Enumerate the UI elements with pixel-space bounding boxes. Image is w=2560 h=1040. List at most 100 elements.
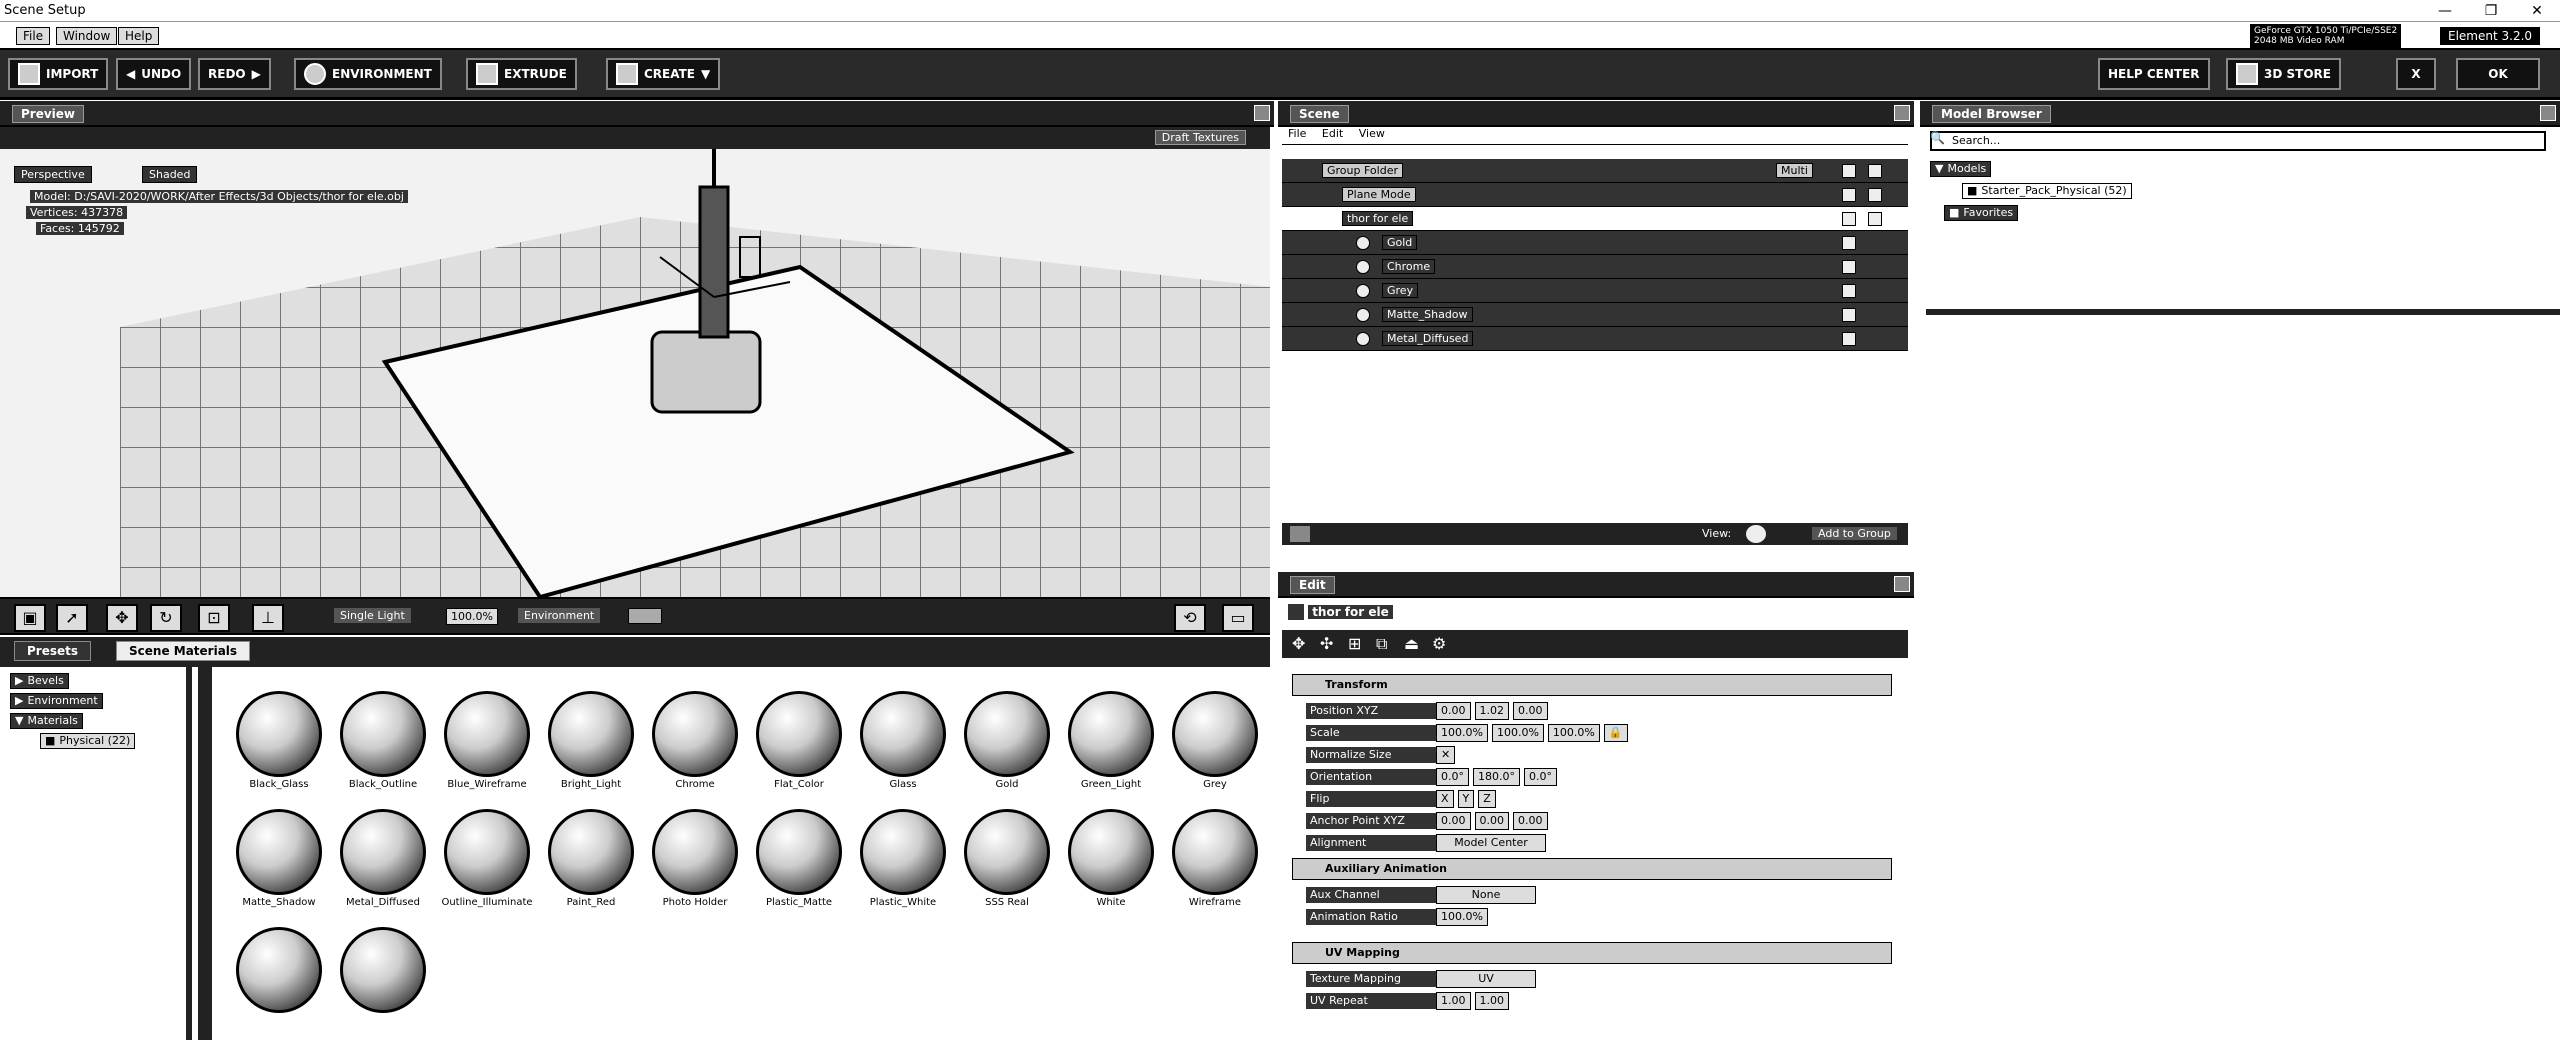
- browser-starter-pack[interactable]: ■ Starter_Pack_Physical (52): [1962, 183, 2132, 199]
- position-z[interactable]: 0.00: [1513, 702, 1548, 720]
- material-item[interactable]: Wireframe: [1168, 809, 1262, 908]
- lock-icon[interactable]: [1842, 308, 1856, 322]
- aux-channel-select[interactable]: None: [1436, 886, 1536, 904]
- material-item[interactable]: Flat_Color: [752, 691, 846, 790]
- material-item[interactable]: Chrome: [648, 691, 742, 790]
- add-to-group-button[interactable]: Add to Group: [1812, 527, 1897, 540]
- new-folder-icon[interactable]: [1290, 526, 1310, 542]
- minimize-button[interactable]: —: [2422, 0, 2468, 22]
- scene-menu-file[interactable]: File: [1288, 127, 1306, 140]
- draft-textures-toggle[interactable]: Draft Textures: [1154, 130, 1246, 145]
- gear-icon[interactable]: ⚙: [1432, 634, 1446, 653]
- tex-map-select[interactable]: UV: [1436, 970, 1536, 988]
- orientation-y[interactable]: 180.0°: [1473, 768, 1520, 786]
- scene-menu-edit[interactable]: Edit: [1322, 127, 1343, 140]
- position-x[interactable]: 0.00: [1436, 702, 1471, 720]
- close-icon[interactable]: [1868, 188, 1882, 202]
- lock-icon[interactable]: [1842, 260, 1856, 274]
- group-mode[interactable]: Multi: [1776, 163, 1813, 178]
- tab-scene-materials[interactable]: Scene Materials: [116, 641, 251, 661]
- lock-icon[interactable]: [1842, 236, 1856, 250]
- environment-toggle[interactable]: Environment: [518, 608, 601, 623]
- material-item[interactable]: Matte_Shadow: [232, 809, 326, 908]
- import-button[interactable]: IMPORT: [8, 58, 109, 90]
- anchor-x[interactable]: 0.00: [1436, 812, 1471, 830]
- tab-presets[interactable]: Presets: [14, 641, 92, 661]
- uv-repeat-v[interactable]: 1.00: [1474, 992, 1509, 1010]
- select-arrow-icon[interactable]: ➚: [56, 604, 88, 632]
- scale-x[interactable]: 100.0%: [1436, 724, 1488, 742]
- close-icon[interactable]: [1868, 212, 1882, 226]
- ok-button[interactable]: OK: [2456, 58, 2540, 90]
- close-icon[interactable]: [1868, 164, 1882, 178]
- lock-icon[interactable]: [1842, 332, 1856, 346]
- tree-item-environment[interactable]: ▶ Environment: [10, 693, 103, 709]
- lock-icon[interactable]: [1842, 212, 1856, 226]
- create-button[interactable]: CREATE ▼: [606, 58, 721, 90]
- camera-tool-icon[interactable]: ▣: [14, 604, 46, 632]
- redo-button[interactable]: REDO ▶: [198, 58, 271, 90]
- close-window-button[interactable]: ✕: [2514, 0, 2560, 22]
- group-folder-row[interactable]: Group Folder Multi: [1282, 159, 1908, 183]
- flip-z[interactable]: Z: [1478, 790, 1496, 808]
- normalize-checkbox[interactable]: ✕: [1436, 746, 1456, 764]
- lock-icon[interactable]: 🔒: [1603, 724, 1628, 742]
- transform-section[interactable]: Transform: [1292, 674, 1892, 696]
- material-item[interactable]: [336, 927, 430, 1015]
- perspective-select[interactable]: Perspective: [14, 166, 92, 183]
- help-center-button[interactable]: HELP CENTER: [2098, 58, 2210, 90]
- alignment-select[interactable]: Model Center: [1436, 834, 1546, 852]
- extrude-button[interactable]: EXTRUDE: [466, 58, 577, 90]
- scene-material-row[interactable]: Chrome: [1282, 255, 1908, 279]
- uv-mapping-section[interactable]: UV Mapping: [1292, 942, 1892, 964]
- material-item[interactable]: Plastic_White: [856, 809, 950, 908]
- tree-item-bevels[interactable]: ▶ Bevels: [10, 673, 69, 689]
- material-item[interactable]: SSS Real: [960, 809, 1054, 908]
- scene-material-row[interactable]: Metal_Diffused: [1282, 327, 1908, 351]
- anchor-y[interactable]: 0.00: [1474, 812, 1509, 830]
- pivot-icon[interactable]: ✣: [1320, 634, 1333, 653]
- shaded-select[interactable]: Shaded: [142, 166, 198, 183]
- material-item[interactable]: Outline_Illuminate: [440, 809, 534, 908]
- orientation-x[interactable]: 0.0°: [1436, 768, 1469, 786]
- scale-tool-icon[interactable]: ⊡: [198, 604, 230, 632]
- material-item[interactable]: Gold: [960, 691, 1054, 790]
- tree-item-physical[interactable]: ■ Physical (22): [40, 733, 136, 749]
- material-item[interactable]: Grey: [1168, 691, 1262, 790]
- lock-icon[interactable]: [1842, 284, 1856, 298]
- material-item[interactable]: Black_Outline: [336, 691, 430, 790]
- reset-view-icon[interactable]: ⟲: [1174, 604, 1206, 632]
- material-item[interactable]: Metal_Diffused: [336, 809, 430, 908]
- menu-window[interactable]: Window: [56, 27, 118, 45]
- flip-x[interactable]: X: [1436, 790, 1454, 808]
- anchor-z[interactable]: 0.00: [1513, 812, 1548, 830]
- cancel-button[interactable]: X: [2396, 58, 2436, 90]
- menu-file[interactable]: File: [16, 27, 51, 45]
- panel-menu-icon[interactable]: [1894, 576, 1910, 592]
- model-search-input[interactable]: Search...: [1930, 131, 2546, 151]
- light-select[interactable]: Single Light: [334, 608, 411, 623]
- material-item[interactable]: Bright_Light: [544, 691, 638, 790]
- material-item[interactable]: [232, 927, 326, 1015]
- 3d-store-button[interactable]: 3D STORE: [2226, 58, 2341, 90]
- uv-repeat-u[interactable]: 1.00: [1436, 992, 1471, 1010]
- lock-icon[interactable]: [1842, 188, 1856, 202]
- material-item[interactable]: Paint_Red: [544, 809, 638, 908]
- scale-z[interactable]: 100.0%: [1547, 724, 1600, 742]
- material-item[interactable]: Green_Light: [1064, 691, 1158, 790]
- render-view-icon[interactable]: ▭: [1222, 604, 1254, 632]
- scene-menu-view[interactable]: View: [1359, 127, 1385, 140]
- material-item[interactable]: Blue_Wireframe: [440, 691, 534, 790]
- material-item[interactable]: Plastic_Matte: [752, 809, 846, 908]
- scene-material-row[interactable]: Matte_Shadow: [1282, 303, 1908, 327]
- menu-help[interactable]: Help: [118, 27, 160, 45]
- duplicate-icon[interactable]: ⧉: [1376, 634, 1387, 654]
- ground-tool-icon[interactable]: ⊥: [252, 604, 284, 632]
- plane-mode-row[interactable]: Plane Mode: [1282, 183, 1908, 207]
- environment-button[interactable]: ENVIRONMENT: [294, 58, 442, 90]
- panel-menu-icon[interactable]: [2540, 105, 2556, 121]
- snap-icon[interactable]: ⊞: [1348, 634, 1361, 653]
- browser-splitter[interactable]: [1926, 309, 2560, 315]
- material-item[interactable]: Photo Holder: [648, 809, 742, 908]
- lock-icon[interactable]: [1842, 164, 1856, 178]
